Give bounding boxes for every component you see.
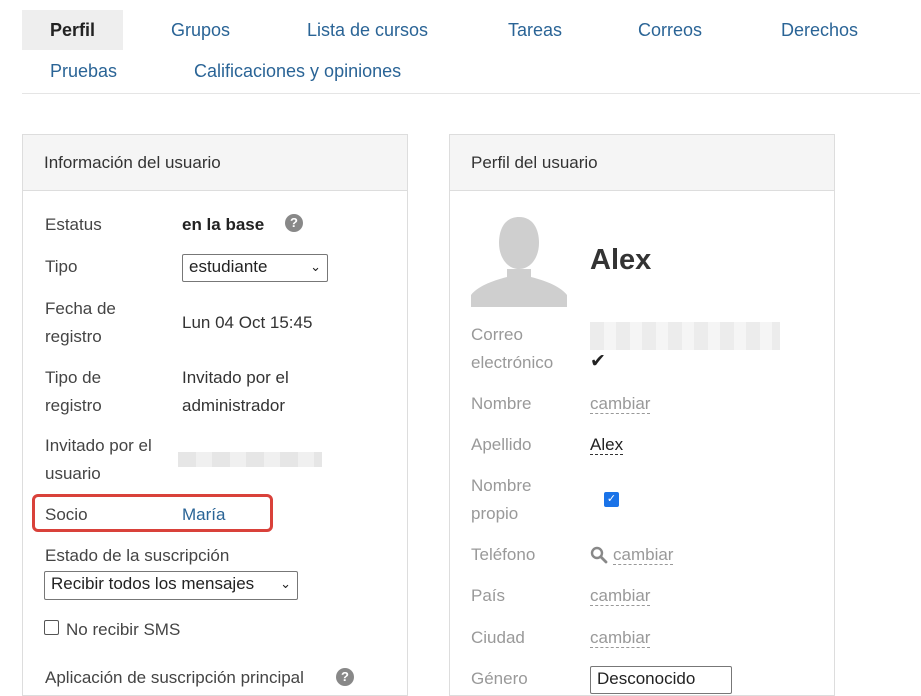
country-change[interactable]: cambiar (590, 582, 651, 610)
country-label: País (471, 586, 506, 605)
last-name-label: Apellido (471, 435, 532, 454)
tab-calificaciones[interactable]: Calificaciones y opiniones (194, 61, 401, 81)
main-app-label: Aplicación de suscripción principal (45, 668, 304, 687)
tab-derechos[interactable]: Derechos (781, 20, 858, 40)
partner-link[interactable]: María (182, 501, 225, 529)
gender-select[interactable]: Desconocido (590, 666, 732, 694)
profile-name: Alex (590, 244, 652, 276)
subscription-select[interactable]: Recibir todos los mensajes ⌄ (44, 571, 298, 600)
tab-lista-de-cursos[interactable]: Lista de cursos (307, 20, 428, 40)
reg-type-label: Tipo de registro (45, 368, 102, 415)
user-info-title: Información del usuario (23, 135, 407, 191)
subscription-label: Estado de la suscripción (45, 546, 230, 565)
status-value: en la base (182, 215, 265, 234)
search-icon[interactable] (590, 546, 608, 564)
status-label: Estatus (45, 215, 102, 234)
invited-by-label: Invitado por el usuario (45, 436, 152, 483)
city-label: Ciudad (471, 628, 525, 647)
invited-by-redacted (178, 452, 322, 467)
city-change[interactable]: cambiar (590, 624, 651, 652)
question-circle-icon[interactable]: ? (336, 668, 354, 686)
gender-select-value: Desconocido (597, 669, 696, 688)
first-name-change[interactable]: cambiar (590, 390, 651, 418)
no-sms-label: No recibir SMS (66, 620, 181, 639)
email-redacted (590, 322, 780, 350)
tabs-divider (22, 93, 920, 94)
reg-date-label: Fecha de registro (45, 299, 116, 346)
email-label: Correo electrónico (471, 325, 554, 372)
type-label: Tipo (45, 257, 78, 276)
chevron-down-icon: ⌄ (310, 259, 321, 274)
phone-label: Teléfono (471, 545, 536, 564)
first-name-label: Nombre (471, 394, 532, 413)
partner-label: Socio (45, 505, 88, 524)
chevron-down-icon: ⌄ (280, 576, 291, 591)
question-circle-icon[interactable]: ? (285, 214, 303, 232)
reg-date-value: Lun 04 Oct 15:45 (182, 313, 313, 332)
tab-pruebas[interactable]: Pruebas (50, 61, 117, 81)
tab-tareas[interactable]: Tareas (508, 20, 562, 40)
user-profile-title: Perfil del usuario (450, 135, 834, 191)
type-select-value: estudiante (189, 257, 268, 276)
reg-type-value: Invitado por el administrador (182, 368, 289, 415)
gender-label: Género (471, 669, 528, 688)
tab-grupos[interactable]: Grupos (171, 20, 230, 40)
subscription-select-value: Recibir todos los mensajes (51, 574, 255, 593)
user-silhouette-icon (471, 213, 567, 307)
tab-correos[interactable]: Correos (638, 20, 702, 40)
tab-perfil[interactable]: Perfil (22, 10, 123, 50)
last-name-value[interactable]: Alex (590, 431, 624, 459)
type-select[interactable]: estudiante ⌄ (182, 254, 328, 282)
own-name-checkbox[interactable]: ✓ (604, 492, 619, 507)
checkmark-icon: ✔ (590, 351, 606, 372)
no-sms-checkbox[interactable] (44, 620, 59, 635)
own-name-label: Nombre propio (471, 476, 532, 523)
phone-change[interactable]: cambiar (613, 541, 674, 569)
